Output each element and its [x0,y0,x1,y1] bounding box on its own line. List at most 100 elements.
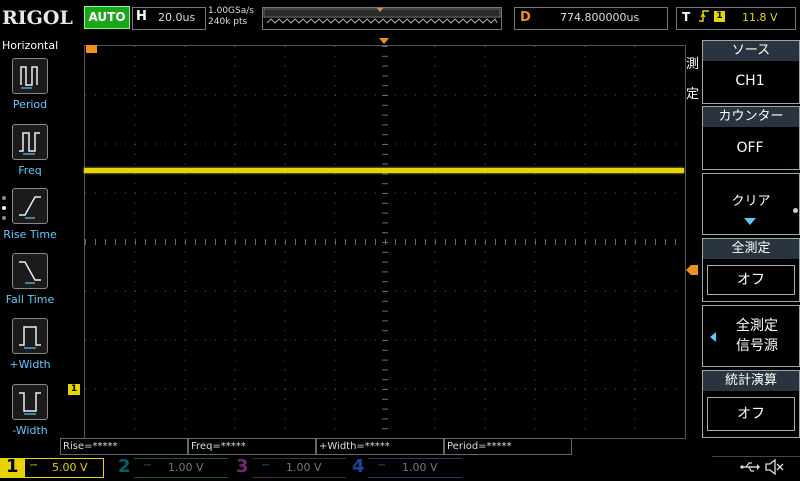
measure-menu-title-text: 測定 [686,57,700,102]
graticule-mark [675,239,676,245]
graticule-mark [625,290,626,292]
graticule-mark [484,85,486,87]
menu-item-pos-width[interactable]: +Width [0,318,58,384]
graticule-mark [334,75,336,77]
graticule-mark [335,290,336,292]
graticule-mark [175,290,176,292]
page-dot [2,196,6,200]
graticule-mark [234,183,236,185]
graticule-mark [145,290,146,292]
trigger-level: 11.8 V [742,11,778,24]
graticule-mark [425,192,426,194]
graticule-mark [184,134,186,136]
graticule-mark [595,143,596,145]
menu-item-rise-time[interactable]: Rise Time [0,188,58,254]
speaker-muted-icon[interactable] [764,458,784,476]
graticule-mark [434,153,436,155]
graticule-mark [234,281,236,283]
graticule-mark [184,104,186,106]
dc-coupling-icon: ⎓ [144,461,152,471]
graticule-mark [505,290,506,292]
graticule-mark [484,46,486,47]
clear-softkey[interactable]: クリア [702,173,800,235]
softkey-label: 統計演算 [703,371,799,391]
graticule-mark [515,143,516,145]
graticule-mark [334,359,336,361]
graticule-mark [455,192,456,194]
page-dot [2,206,6,210]
graticule-mark [675,94,676,96]
channel-4-number[interactable]: 4 [352,456,365,478]
graticule-mark [275,192,276,194]
graticule-mark [225,239,226,245]
graticule-mark [435,94,436,96]
graticule-mark [265,94,266,96]
graticule-mark [634,124,636,126]
trigger-box[interactable] [676,7,796,30]
graticule-mark [635,94,636,96]
graticule-mark [195,339,196,341]
graticule-mark [634,349,636,351]
graticule-mark [434,222,436,224]
measurement-pos-width[interactable]: +Width=***** [316,438,444,455]
graticule-mark [485,192,486,194]
graticule-mark [382,281,388,283]
graticule-mark [284,104,286,106]
statistics-softkey[interactable]: 統計演算 オフ [702,370,800,438]
graticule-mark [245,94,246,96]
graticule-mark [382,153,388,155]
graticule-mark [185,388,186,390]
graticule-mark [395,94,396,96]
graticule-mark [555,290,556,292]
graticule-mark [265,239,266,245]
graticule-mark [355,143,356,145]
counter-softkey[interactable]: カウンター OFF [702,106,800,170]
graticule-mark [334,398,336,400]
graticule-mark [345,339,346,341]
measurement-freq[interactable]: Freq=***** [188,438,316,455]
graticule-mark [184,153,186,155]
graticule-mark [334,85,336,87]
graticule-mark [415,192,416,194]
graticule-mark [105,94,106,96]
graticule-mark [135,143,136,145]
graticule-mark [484,261,486,263]
graticule-mark [484,398,486,400]
menu-item-fall-time[interactable]: Fall Time [0,253,58,319]
graticule-mark [95,388,96,390]
menu-item-period[interactable]: Period [0,58,58,124]
graticule-mark [134,408,136,410]
run-status-badge[interactable]: AUTO [84,6,130,29]
graticule-mark [134,222,136,224]
graticule-mark [675,339,676,341]
graticule-mark [525,94,526,96]
graticule-mark [375,94,376,96]
statistics-value: オフ [707,397,795,431]
graticule-mark [382,173,388,175]
channel-3-number[interactable]: 3 [236,456,249,478]
waveform-grid[interactable] [84,45,686,439]
graticule-mark [534,114,536,116]
graticule-mark [455,239,456,245]
all-measure-softkey[interactable]: 全測定 オフ [702,238,800,302]
graticule-mark [634,330,636,332]
graticule-mark [615,143,616,145]
measurement-rise[interactable]: Rise=***** [60,438,188,455]
channel-1-ground-marker[interactable]: 1 [68,384,80,395]
graticule-mark [655,388,656,390]
graticule-mark [295,339,296,341]
graticule-mark [205,290,206,292]
graticule-mark [634,163,636,165]
graticule-mark [425,143,426,145]
all-measure-source-softkey[interactable]: 全測定 信号源 [702,305,800,367]
source-softkey[interactable]: ソース CH1 [702,40,800,104]
graticule-mark [575,192,576,194]
measurement-period[interactable]: Period=***** [444,438,572,455]
menu-item-freq[interactable]: Freq [0,124,58,190]
graticule-mark [334,173,336,175]
graticule-mark [575,388,576,390]
graticule-mark [155,192,156,194]
graticule-mark [105,143,106,145]
channel-2-number[interactable]: 2 [118,456,131,478]
menu-item-neg-width[interactable]: -Width [0,384,58,450]
